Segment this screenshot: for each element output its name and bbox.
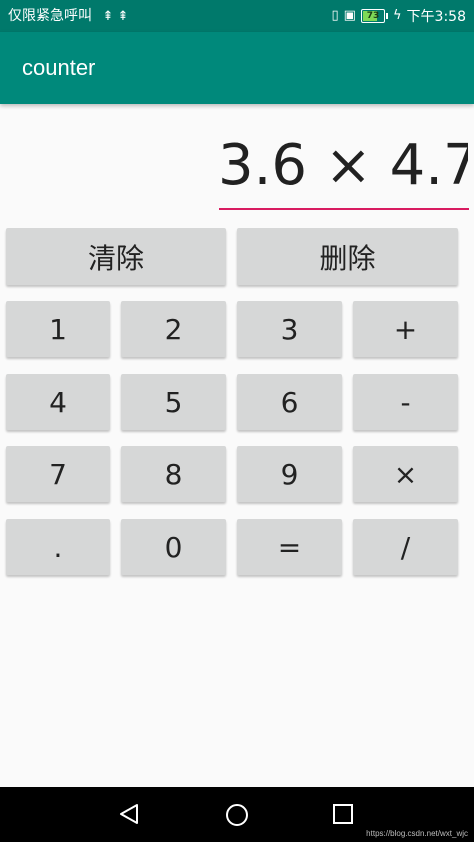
plus-label: + <box>393 312 418 346</box>
watermark: https://blog.csdn.net/wxt_wjc <box>366 829 468 838</box>
recent-apps-icon[interactable] <box>333 804 353 824</box>
home-icon[interactable] <box>226 804 248 826</box>
navigation-bar: https://blog.csdn.net/wxt_wjc <box>0 787 474 842</box>
digit-0-label: 0 <box>164 530 183 564</box>
sim-icon: ▣ <box>343 8 356 23</box>
digit-8-button[interactable]: 8 <box>121 446 226 502</box>
usb-icon: ⇞ ⇞ <box>102 9 129 24</box>
digit-7-label: 7 <box>49 457 67 491</box>
digit-2-button[interactable]: 2 <box>121 301 226 357</box>
app-bar: counter <box>0 32 474 104</box>
digit-0-button[interactable]: 0 <box>121 519 226 575</box>
digit-4-button[interactable]: 4 <box>6 374 110 430</box>
clear-button[interactable]: 清除 <box>6 228 226 285</box>
display-underline <box>219 208 469 210</box>
digit-2-label: 2 <box>164 312 183 346</box>
expression-display[interactable]: 3.6 × 4.7 <box>218 128 468 208</box>
clock: 下午3:58 <box>406 9 466 25</box>
digit-8-label: 8 <box>164 457 183 491</box>
status-bar: 仅限紧急呼叫 ⇞ ⇞ ▯ ▣ 73 ϟ 下午3:58 <box>0 0 474 32</box>
status-right: ▯ ▣ 73 ϟ 下午3:58 <box>332 0 466 32</box>
multiply-button[interactable]: × <box>353 446 458 502</box>
minus-button[interactable]: - <box>353 374 458 430</box>
digit-9-label: 9 <box>280 457 299 491</box>
equals-button[interactable]: = <box>237 519 342 575</box>
back-icon[interactable] <box>118 803 140 825</box>
digit-3-label: 3 <box>280 312 299 346</box>
digit-9-button[interactable]: 9 <box>237 446 342 502</box>
vibrate-icon: ▯ <box>331 8 339 23</box>
digit-7-button[interactable]: 7 <box>6 446 110 502</box>
decimal-point-button[interactable]: . <box>6 519 110 575</box>
plus-button[interactable]: + <box>353 301 458 357</box>
decimal-point-label: . <box>53 530 63 564</box>
minus-label: - <box>400 385 411 419</box>
multiply-label: × <box>393 457 418 491</box>
delete-button-label: 删除 <box>319 241 376 275</box>
digit-3-button[interactable]: 3 <box>237 301 342 357</box>
divide-label: / <box>400 530 411 564</box>
digit-4-label: 4 <box>49 385 67 419</box>
status-left: 仅限紧急呼叫 ⇞ ⇞ <box>8 0 128 32</box>
divide-button[interactable]: / <box>353 519 458 575</box>
digit-5-label: 5 <box>164 385 183 419</box>
clear-button-label: 清除 <box>87 241 144 275</box>
carrier-text: 仅限紧急呼叫 <box>8 8 92 24</box>
digit-1-button[interactable]: 1 <box>6 301 110 357</box>
equals-label: = <box>277 530 302 564</box>
charging-icon: ϟ <box>392 8 402 23</box>
digit-5-button[interactable]: 5 <box>121 374 226 430</box>
digit-6-label: 6 <box>280 385 299 419</box>
app-title: counter <box>22 55 96 80</box>
delete-button[interactable]: 删除 <box>237 228 458 285</box>
battery-level-text: 73 <box>366 11 380 21</box>
digit-6-button[interactable]: 6 <box>237 374 342 430</box>
battery-icon: 73 <box>360 9 388 23</box>
digit-1-label: 1 <box>49 312 67 346</box>
